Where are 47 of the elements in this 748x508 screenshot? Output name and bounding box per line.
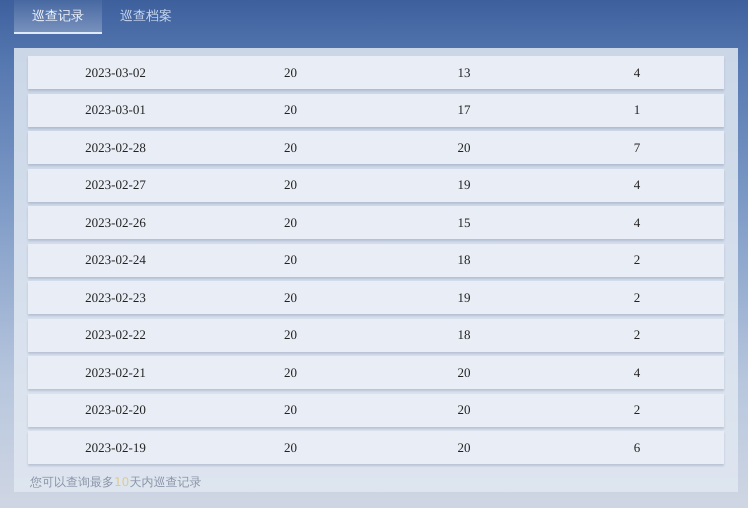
table-cell: 7	[634, 140, 640, 154]
query-limit-note: 您可以查询最多10天内巡查记录	[29, 474, 202, 491]
table-cell: 19	[458, 290, 470, 304]
table-cell: 2	[634, 402, 640, 417]
table-cell: 18	[458, 252, 470, 267]
table-cell: 18	[458, 327, 470, 342]
table-cell: 15	[458, 214, 470, 230]
table-cell: 19	[458, 177, 470, 192]
table-cell: 2	[634, 327, 640, 342]
table-cell: 4	[634, 214, 640, 230]
table-cell: 20	[284, 402, 297, 417]
table-cell: 2023-02-21	[85, 364, 146, 380]
table-cell: 20	[284, 177, 297, 192]
table-cell: 2023-02-27	[85, 177, 146, 192]
table-cell: 20	[284, 140, 297, 154]
table-cell: 17	[458, 102, 470, 117]
table-cell: 2023-02-23	[85, 290, 146, 304]
table-cell: 20	[458, 140, 470, 154]
table-cell: 13	[458, 64, 470, 80]
table-cell: 20	[458, 364, 470, 380]
table-cell: 1	[634, 102, 640, 117]
table-cell: 4	[634, 64, 640, 80]
table-cell: 20	[284, 290, 297, 304]
table-cell: 20	[284, 64, 297, 80]
table-cell: 2023-02-20	[85, 402, 146, 417]
table-cell: 6	[634, 440, 640, 454]
table-cell: 2	[634, 252, 640, 267]
table-cell: 4	[634, 364, 640, 380]
table-cell: 2023-02-28	[85, 140, 146, 154]
table-cell: 4	[634, 177, 640, 192]
tab[interactable]: 巡查记录	[14, 0, 102, 34]
table-cell: 20	[284, 364, 297, 380]
table-cell: 2	[634, 290, 640, 304]
table-cell: 20	[284, 440, 297, 454]
table-cell: 2023-03-02	[85, 64, 146, 80]
table-cell: 2023-02-26	[85, 214, 146, 230]
table-cell: 20	[458, 440, 470, 454]
table-cell: 20	[458, 402, 470, 417]
table-cell: 20	[284, 102, 297, 117]
table-cell: 2023-02-24	[85, 252, 146, 267]
tab[interactable]: 巡查档案	[102, 0, 190, 34]
table-cell: 2023-02-22	[85, 327, 146, 342]
table-cell: 2023-02-19	[85, 440, 146, 454]
table-cell: 20	[284, 327, 297, 342]
table-cell: 20	[284, 252, 297, 267]
table-cell: 20	[284, 214, 297, 230]
table-cell: 2023-03-01	[85, 102, 146, 117]
